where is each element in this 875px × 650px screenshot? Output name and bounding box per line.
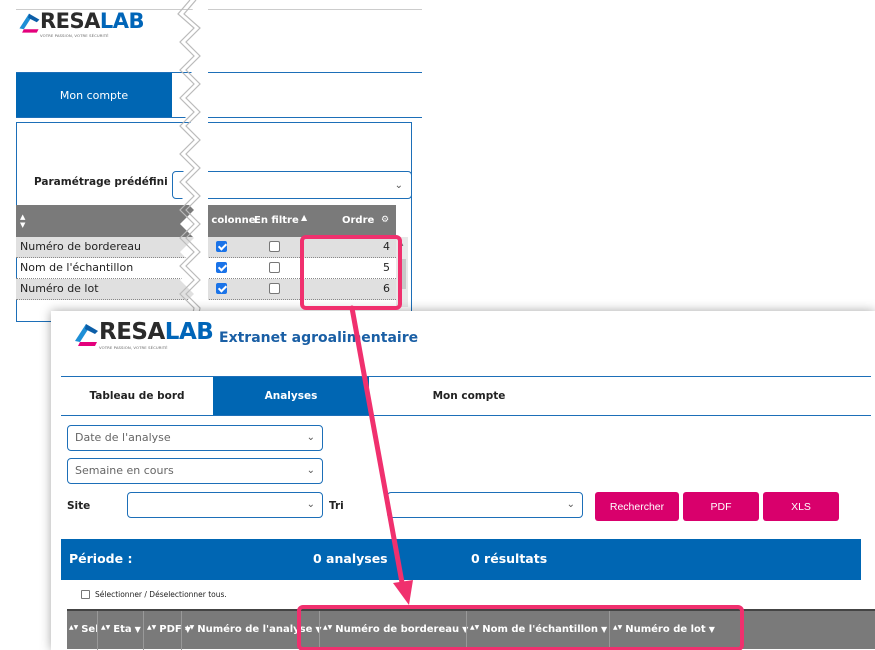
chevron-down-icon: ⌄ xyxy=(306,499,315,510)
in-filter-checkbox[interactable] xyxy=(269,241,280,252)
sort-arrows-icon[interactable]: ▲▼ xyxy=(470,624,479,631)
select-all-label: Sélectionner / Déselectionner tous. xyxy=(95,590,227,599)
chevron-down-icon: ⌄ xyxy=(306,432,315,443)
period-summary-bar: Période : 0 analyses 0 résultats xyxy=(61,539,861,580)
scrollbar[interactable]: ▲ xyxy=(396,237,408,307)
sort-arrows-icon[interactable]: ▲▼ xyxy=(101,624,110,631)
row-order: 5 xyxy=(383,261,390,274)
logo-word-resa: RESA xyxy=(99,319,165,345)
site-label: Site xyxy=(67,500,91,512)
column-header-lot-number[interactable]: ▲▼ Numéro de lot ▼ xyxy=(613,624,715,635)
select-all-toggle[interactable]: Sélectionner / Déselectionner tous. xyxy=(81,590,227,599)
logo-word-resa: RESA xyxy=(40,9,100,33)
tab-mon-compte[interactable]: Mon compte xyxy=(369,377,569,415)
scrollbar-thumb[interactable] xyxy=(398,259,406,289)
row-label: Numéro de lot xyxy=(20,282,99,295)
analyses-count: 0 analyses xyxy=(313,551,388,566)
column-header-bordereau-number[interactable]: ▲▼Numéro de bordereau▼ xyxy=(323,624,468,635)
sort-arrows-icon[interactable]: ▲▼ xyxy=(323,624,332,631)
results-count: 0 résultats xyxy=(471,551,548,566)
sort-arrows-icon[interactable]: ▲▼ xyxy=(20,213,25,229)
date-type-select[interactable]: Date de l'analyse ⌄ xyxy=(67,425,323,451)
column-separator xyxy=(319,611,320,650)
select-all-checkbox[interactable] xyxy=(81,590,90,599)
filter-icon[interactable]: ▼ xyxy=(135,625,141,634)
logo-tagline: VOTRE PASSION, VOTRE SÉCURITÉ xyxy=(40,33,109,38)
row-label: Nom de l'échantillon xyxy=(20,261,134,274)
logo-word-lab: LAB xyxy=(164,319,214,345)
gear-icon[interactable]: ⚙ xyxy=(381,215,389,225)
preset-select[interactable]: ⌄ xyxy=(172,171,412,199)
header-in-filter[interactable]: En filtre xyxy=(254,215,299,226)
logo-mark-icon xyxy=(75,324,98,346)
xls-button[interactable]: XLS xyxy=(763,492,839,521)
select-value: Date de l'analyse xyxy=(75,431,171,444)
search-button[interactable]: Rechercher xyxy=(595,492,679,521)
resalab-logo: RESALAB VOTRE PASSION, VOTRE SÉCURITÉ xyxy=(16,9,145,38)
select-value: Semaine en cours xyxy=(75,464,174,477)
sort-arrows-icon[interactable]: ▲▼ xyxy=(69,624,78,631)
resalab-logo: RESALAB VOTRE PASSION, VOTRE SÉCURITÉ xyxy=(71,319,214,351)
in-column-checkbox[interactable] xyxy=(216,283,227,294)
settings-screenshot: RESALAB VOTRE PASSION, VOTRE SÉCURITÉ Mo… xyxy=(0,0,422,322)
chevron-down-icon: ⌄ xyxy=(566,499,575,510)
column-separator xyxy=(181,611,182,650)
chevron-down-icon: ⌄ xyxy=(306,465,315,476)
column-header-sample-name[interactable]: ▲▼ Nom de l'échantillon ▼ xyxy=(470,624,607,635)
row-order: 4 xyxy=(383,240,390,253)
sort-arrows-icon[interactable]: ▲▼ xyxy=(185,624,194,631)
row-label: Numéro de bordereau xyxy=(20,240,141,253)
header-order[interactable]: Ordre xyxy=(342,215,374,226)
period-label: Période : xyxy=(69,551,133,566)
column-header-eta[interactable]: ▲▼ Eta ▼ xyxy=(101,624,141,635)
chevron-down-icon: ⌄ xyxy=(394,180,403,191)
in-filter-checkbox[interactable] xyxy=(269,283,280,294)
column-header-analysis-number[interactable]: ▲▼Numéro de l'analyse▼ xyxy=(185,624,322,635)
sort-arrows-icon[interactable]: ▲▼ xyxy=(147,624,156,631)
filter-icon[interactable]: ▼ xyxy=(709,625,715,634)
divider xyxy=(16,117,422,118)
caret-up-icon[interactable]: ▲ xyxy=(301,213,307,222)
column-header-sel[interactable]: ▲▼ Sel xyxy=(69,624,99,635)
filter-icon[interactable]: ▼ xyxy=(601,625,607,634)
sort-label: Tri xyxy=(329,500,344,512)
scroll-up-icon[interactable]: ▲ xyxy=(398,239,403,247)
preset-label: Paramétrage prédéfini xyxy=(34,176,168,188)
logo-mark-icon xyxy=(19,13,40,33)
torn-edge xyxy=(177,0,208,318)
site-select[interactable]: ⌄ xyxy=(127,492,323,518)
tab-mon-compte[interactable]: Mon compte xyxy=(16,73,172,117)
pdf-button[interactable]: PDF xyxy=(683,492,759,521)
row-order: 6 xyxy=(383,282,390,295)
app-title: Extranet agroalimentaire xyxy=(219,330,419,346)
in-filter-checkbox[interactable] xyxy=(269,262,280,273)
divider xyxy=(61,415,871,416)
column-separator xyxy=(466,611,467,650)
results-table-header: ▲▼ Sel ▲▼ Eta ▼ ▲▼ PDF ▼ ▲▼ Numéro de l'analys… xyxy=(67,609,875,650)
logo-word-lab: LAB xyxy=(99,9,145,33)
tab-tableau-de-bord[interactable]: Tableau de bord xyxy=(61,377,213,415)
analyses-screenshot: RESALAB VOTRE PASSION, VOTRE SÉCURITÉ Ex… xyxy=(51,311,875,650)
column-separator xyxy=(609,611,610,650)
tab-analyses[interactable]: Analyses xyxy=(213,377,369,415)
sort-arrows-icon[interactable]: ▲▼ xyxy=(613,624,622,631)
in-column-checkbox[interactable] xyxy=(216,241,227,252)
logo-tagline: VOTRE PASSION, VOTRE SÉCURITÉ xyxy=(99,345,168,350)
period-select[interactable]: Semaine en cours ⌄ xyxy=(67,458,323,484)
in-column-checkbox[interactable] xyxy=(216,262,227,273)
sort-select[interactable]: ⌄ xyxy=(387,492,583,518)
column-separator xyxy=(143,611,144,650)
column-separator xyxy=(97,611,98,650)
